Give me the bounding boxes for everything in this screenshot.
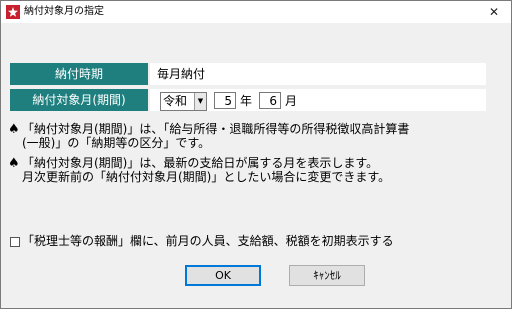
spade-icon: ♠ [8, 156, 20, 171]
note2-line1: 「納付対象月(期間)」は、最新の支給日が属する月を表示します。 [22, 156, 379, 170]
target-month-label: 納付対象月(期間) [10, 89, 148, 111]
month-input[interactable]: 6 [259, 92, 281, 109]
initial-display-label[interactable]: 「税理士等の報酬」欄に、前月の人員、支給額、税額を初期表示する [22, 233, 394, 249]
initial-display-checkbox[interactable] [10, 237, 20, 247]
note2-line2: 月次更新前の「納付付対象月(期間)」としたい場合に変更できます。 [22, 170, 391, 184]
note1-line2: (一般)」の「納期等の区分」です。 [22, 136, 211, 150]
dialog-window: 納付対象月の指定 ✕ 納付時期 毎月納付 納付対象月(期間) 令和 ▼ 5 年 … [0, 0, 512, 309]
window-title: 納付対象月の指定 [24, 6, 104, 17]
month-unit: 月 [285, 94, 298, 108]
era-select[interactable]: 令和 ▼ [160, 92, 207, 111]
year-input[interactable]: 5 [214, 92, 236, 109]
ok-button[interactable]: OK [185, 265, 261, 286]
payment-timing-label: 納付時期 [10, 63, 148, 85]
era-select-value: 令和 [163, 94, 188, 108]
app-icon [6, 5, 20, 19]
payment-timing-value: 毎月納付 [157, 67, 206, 81]
close-button[interactable]: ✕ [477, 1, 511, 23]
title-bar: 納付対象月の指定 ✕ [1, 1, 511, 23]
note1-line1: 「納付対象月(期間)」は、「給与所得・退職所得等の所得税徴収高計算書 [22, 122, 410, 136]
year-unit: 年 [240, 94, 253, 108]
spade-icon: ♠ [8, 122, 20, 137]
cancel-button[interactable]: ｷｬﾝｾﾙ [289, 265, 365, 286]
chevron-down-icon[interactable]: ▼ [194, 93, 206, 110]
